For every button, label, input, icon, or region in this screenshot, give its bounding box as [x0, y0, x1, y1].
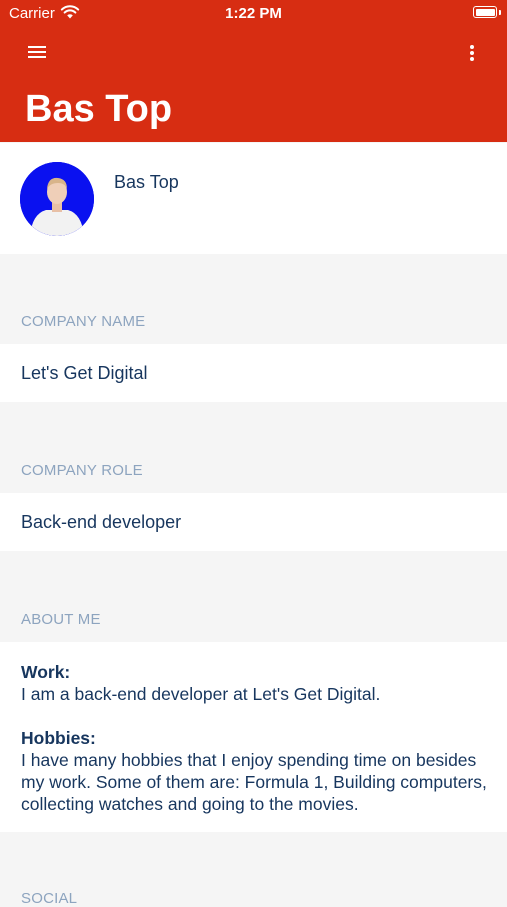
clock: 1:22 PM — [225, 5, 282, 22]
about-me-card: Work: I am a back-end developer at Let's… — [0, 642, 507, 832]
work-text: I am a back-end developer at Let's Get D… — [21, 684, 381, 704]
page-title: Bas Top — [25, 88, 173, 130]
company-name-value: Let's Get Digital — [21, 363, 148, 383]
company-name-card: Let's Get Digital — [0, 344, 507, 402]
social-label: SOCIAL — [21, 890, 78, 907]
person-avatar-icon — [20, 162, 94, 236]
battery-icon — [473, 6, 497, 18]
profile-card: Bas Top — [0, 143, 507, 254]
company-role-value: Back-end developer — [21, 512, 182, 532]
status-bar: Carrier 1:22 PM — [0, 0, 507, 28]
more-vertical-icon — [470, 45, 474, 49]
company-role-label: COMPANY ROLE — [21, 462, 143, 479]
work-heading: Work: — [21, 662, 71, 682]
hobbies-text: I have many hobbies that I enjoy spendin… — [21, 750, 487, 814]
more-options-button[interactable] — [468, 44, 476, 62]
app-bar: Carrier 1:22 PM Bas Top — [0, 0, 507, 142]
hamburger-menu-icon — [28, 46, 46, 48]
about-me-label: ABOUT ME — [21, 611, 101, 628]
avatar[interactable] — [20, 162, 94, 236]
hobbies-heading: Hobbies: — [21, 728, 96, 748]
profile-name: Bas Top — [114, 172, 179, 192]
company-role-card: Back-end developer — [0, 493, 507, 551]
company-name-label: COMPANY NAME — [21, 313, 146, 330]
menu-button[interactable] — [26, 44, 50, 62]
